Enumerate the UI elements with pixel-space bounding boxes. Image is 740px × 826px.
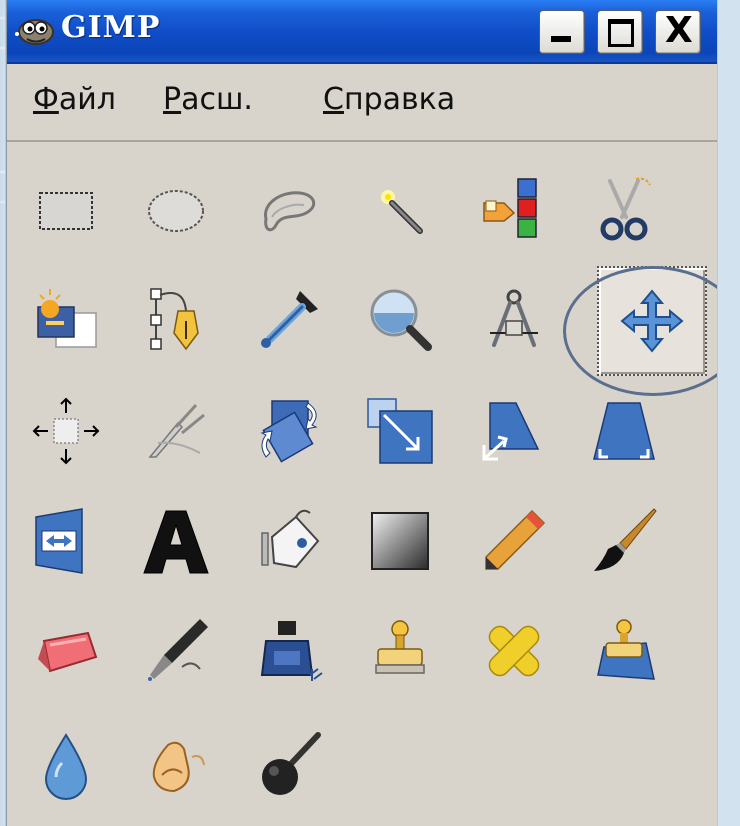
menu-help-label: правка [343,82,456,117]
menu-bar: Файл Расш. Справка [7,64,717,142]
shear-icon [482,402,540,461]
window-title: GIMP [61,10,161,45]
perspective-icon [593,402,655,460]
tool-clone[interactable] [345,596,455,706]
bucket-fill-icon [261,509,320,569]
tool-heal[interactable] [459,596,569,706]
menu-extensions-mnemonic: Р [163,82,182,117]
perspective-clone-icon [597,619,655,680]
align-icon [32,397,100,465]
tool-blend[interactable] [345,486,455,596]
tool-scale[interactable] [345,376,455,486]
menu-file[interactable]: Файл [33,82,116,117]
airbrush-icon [148,619,208,681]
blur-sharpen-icon [44,733,88,800]
menu-extensions[interactable]: Расш. [163,82,253,117]
paths-icon [150,288,199,351]
close-button[interactable]: X [655,10,701,54]
menu-help-mnemonic: С [323,82,344,117]
tool-grid [7,150,717,826]
close-icon: X [665,10,693,51]
menu-file-label: айл [58,82,116,117]
tool-ellipse-select[interactable] [121,156,231,266]
blend-icon [371,512,429,570]
heal-icon [488,625,540,677]
tool-crop[interactable] [121,376,231,486]
maximize-button[interactable] [597,10,643,54]
eraser-icon [38,631,98,673]
tool-scissors[interactable] [569,156,679,266]
tool-paths[interactable] [121,264,231,374]
tool-dodge-burn[interactable] [235,710,345,820]
rotate-icon [260,400,318,463]
tool-text[interactable] [121,486,231,596]
tool-rotate[interactable] [235,376,345,486]
measure-icon [490,289,538,347]
gimp-app-icon[interactable] [13,10,55,50]
fuzzy-select-icon [381,190,423,234]
text-icon [143,510,209,574]
paintbrush-icon [594,508,657,571]
flip-icon [35,508,83,574]
tool-fuzzy-select[interactable] [345,156,455,266]
tool-smudge[interactable] [121,710,231,820]
scale-icon [367,398,433,464]
tool-align[interactable] [11,376,121,486]
tool-paintbrush[interactable] [569,486,679,596]
tool-eraser[interactable] [11,596,121,706]
smudge-icon [152,741,205,793]
tool-airbrush[interactable] [121,596,231,706]
ellipse-select-icon [148,190,204,232]
pencil-icon [485,509,546,570]
scissors-icon [600,177,651,241]
crop-icon [148,403,205,458]
tool-free-select[interactable] [235,156,345,266]
tool-perspective-clone[interactable] [569,596,679,706]
rect-select-icon [39,192,93,230]
tool-shear[interactable] [459,376,569,486]
tool-bucket-fill[interactable] [235,486,345,596]
tool-zoom[interactable] [345,264,455,374]
free-select-icon [264,191,316,232]
tool-rect-select[interactable] [11,156,121,266]
menu-extensions-label: асш. [181,82,253,117]
menu-help[interactable]: Справка [323,82,455,117]
zoom-icon [370,289,432,351]
tool-measure[interactable] [459,264,569,374]
clone-icon [375,620,425,674]
foreground-select-icon [37,289,97,348]
color-picker-icon [261,291,318,348]
menu-file-mnemonic: Ф [33,82,59,117]
tool-foreground-select[interactable] [11,264,121,374]
tool-blur-sharpen[interactable] [11,710,121,820]
tool-flip[interactable] [11,486,121,596]
tool-pencil[interactable] [459,486,569,596]
ink-icon [260,621,323,681]
tool-ink[interactable] [235,596,345,706]
tool-select-by-color[interactable] [459,156,569,266]
dodge-burn-icon [262,732,321,795]
tool-color-picker[interactable] [235,264,345,374]
select-by-color-icon [483,178,537,238]
title-bar[interactable]: GIMP X [7,0,717,64]
minimize-button[interactable] [539,10,585,54]
gimp-toolbox-window: GIMP X Файл Расш. Справка [6,0,717,826]
